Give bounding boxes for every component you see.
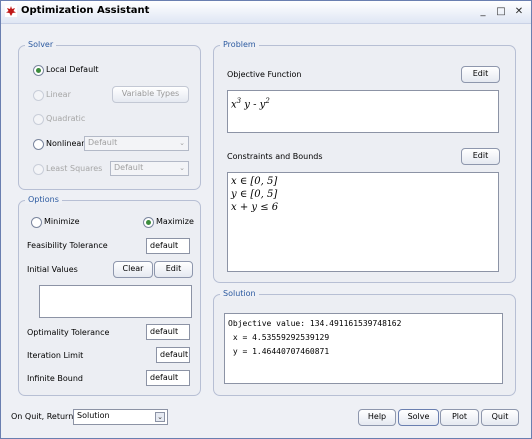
maple-leaf-icon	[5, 5, 17, 17]
constraint-line: x ∈ [0, 5]	[231, 176, 278, 187]
iteration-limit-label: Iteration Limit	[27, 351, 84, 360]
nonlinear-method-value: Default	[88, 138, 118, 147]
least-squares-method-select[interactable]: Default ⌄	[110, 161, 189, 176]
optimality-tolerance-input[interactable]: default	[146, 324, 190, 340]
linear-label: Linear	[46, 90, 71, 99]
solution-line: x = 4.53559292539129	[228, 333, 330, 342]
objective-edit-button[interactable]: Edit	[461, 66, 500, 83]
constraints-box[interactable]: x ∈ [0, 5] y ∈ [0, 5] x + y ≤ 6	[227, 172, 499, 272]
quadratic-label: Quadratic	[46, 114, 86, 123]
close-button[interactable]: ✕	[511, 4, 527, 20]
solution-panel: Solution Objective value: 134.4911615397…	[213, 289, 516, 396]
help-button[interactable]: Help	[358, 409, 396, 426]
optimization-assistant-window: Optimization Assistant _ □ ✕ Solver Loca…	[0, 0, 532, 439]
solution-box[interactable]: Objective value: 134.491161539748162 x =…	[224, 313, 503, 384]
minimize-radio[interactable]	[31, 217, 42, 228]
minimize-button[interactable]: _	[475, 4, 491, 20]
on-quit-select[interactable]: Solution ⌄	[73, 409, 168, 425]
chevron-down-icon: ⌄	[179, 164, 185, 172]
problem-legend: Problem	[220, 40, 259, 49]
minimize-label: Minimize	[44, 217, 80, 226]
solution-line: Objective value: 134.491161539748162	[228, 319, 402, 328]
optimality-tolerance-label: Optimality Tolerance	[27, 328, 110, 337]
on-quit-label: On Quit, Return	[11, 412, 74, 421]
options-panel: Options Minimize Maximize Feasibility To…	[18, 195, 201, 396]
nonlinear-radio[interactable]	[33, 139, 44, 150]
maximize-label: Maximize	[156, 217, 194, 226]
quadratic-radio[interactable]	[33, 114, 44, 125]
linear-radio[interactable]	[33, 90, 44, 101]
plot-button[interactable]: Plot	[440, 409, 479, 426]
chevron-down-icon: ⌄	[179, 139, 185, 147]
initial-values-edit-button[interactable]: Edit	[154, 261, 193, 278]
feasibility-tolerance-input[interactable]: default	[146, 238, 190, 254]
variable-types-button[interactable]: Variable Types	[112, 86, 189, 103]
local-default-radio[interactable]	[33, 65, 44, 76]
objective-function-box[interactable]: x3 y - y2	[227, 90, 499, 133]
initial-values-label: Initial Values	[27, 265, 78, 274]
least-squares-method-value: Default	[114, 163, 144, 172]
local-default-label: Local Default	[46, 65, 99, 74]
constraint-line: y ∈ [0, 5]	[231, 189, 278, 200]
problem-panel: Problem Objective Function Edit x3 y - y…	[213, 40, 516, 283]
iteration-limit-input[interactable]: default	[156, 347, 190, 363]
infinite-bound-label: Infinite Bound	[27, 374, 83, 383]
initial-values-clear-button[interactable]: Clear	[113, 261, 153, 278]
options-legend: Options	[25, 195, 62, 204]
initial-values-box[interactable]	[39, 285, 192, 318]
objective-expression: x3 y - y2	[231, 97, 270, 111]
nonlinear-label: Nonlinear	[46, 139, 85, 148]
objective-function-label: Objective Function	[227, 70, 302, 79]
solution-line: y = 1.46440707460871	[228, 347, 330, 356]
quit-button[interactable]: Quit	[481, 409, 519, 426]
solver-legend: Solver	[25, 40, 57, 49]
least-squares-label: Least Squares	[46, 164, 103, 173]
window-title: Optimization Assistant	[21, 5, 150, 16]
solution-legend: Solution	[220, 289, 259, 298]
constraint-line: x + y ≤ 6	[231, 202, 279, 213]
constraints-label: Constraints and Bounds	[227, 152, 323, 161]
nonlinear-method-select[interactable]: Default ⌄	[84, 136, 189, 151]
maximize-button[interactable]: □	[493, 4, 509, 20]
least-squares-radio[interactable]	[33, 164, 44, 175]
solve-button[interactable]: Solve	[398, 409, 439, 426]
solver-panel: Solver Local Default Linear Variable Typ…	[18, 40, 201, 190]
maximize-radio[interactable]	[143, 217, 154, 228]
title-bar: Optimization Assistant _ □ ✕	[1, 1, 531, 24]
infinite-bound-input[interactable]: default	[146, 370, 190, 386]
on-quit-value: Solution	[77, 411, 110, 420]
constraints-edit-button[interactable]: Edit	[461, 148, 500, 165]
feasibility-tolerance-label: Feasibility Tolerance	[27, 241, 108, 250]
chevron-down-icon: ⌄	[155, 412, 165, 422]
